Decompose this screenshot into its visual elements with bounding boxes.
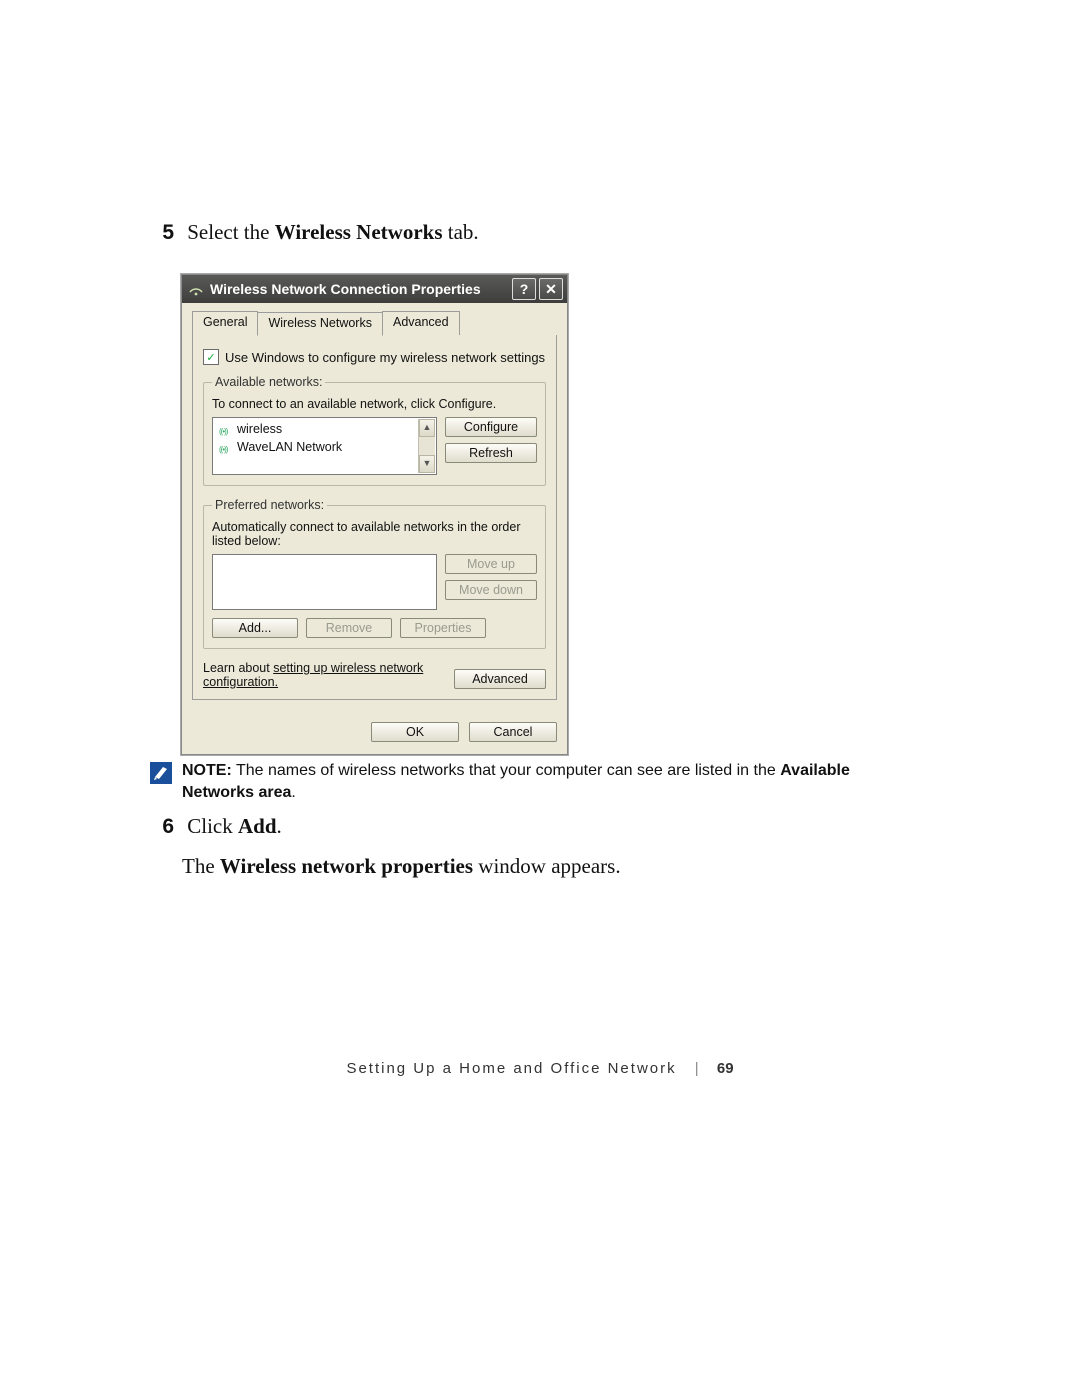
step6-l1-pre: Click <box>187 814 238 838</box>
step-5-pre: Select the <box>187 220 274 244</box>
cancel-button[interactable]: Cancel <box>469 722 557 742</box>
tab-panel: ✓ Use Windows to configure my wireless n… <box>192 335 557 700</box>
footer-section: Setting Up a Home and Office Network <box>346 1060 676 1077</box>
tab-advanced[interactable]: Advanced <box>382 311 460 335</box>
step6-l1-bold: Add <box>238 814 277 838</box>
tab-general[interactable]: General <box>192 311 258 335</box>
scroll-down-icon[interactable]: ▼ <box>419 455 435 473</box>
learn-pre: Learn about <box>203 661 273 675</box>
list-item[interactable]: WaveLAN Network <box>215 438 434 456</box>
step-5-bold: Wireless Networks <box>275 220 443 244</box>
step6-l2-post: window appears. <box>473 854 621 878</box>
list-item-label: WaveLAN Network <box>237 440 342 454</box>
step-6: 6 Click Add. The Wireless network proper… <box>148 810 908 882</box>
available-hint: To connect to an available network, clic… <box>212 397 537 411</box>
configure-button[interactable]: Configure <box>445 417 537 437</box>
page-number: 69 <box>717 1060 734 1077</box>
note-body: The names of wireless networks that your… <box>232 762 780 779</box>
step-5: 5 Select the Wireless Networks tab. <box>148 219 908 246</box>
list-item-label: wireless <box>237 422 282 436</box>
note-tail: . <box>291 784 295 801</box>
step6-l1-post: . <box>277 814 282 838</box>
close-button[interactable]: ✕ <box>539 278 563 300</box>
step-6-number: 6 <box>148 811 174 844</box>
refresh-button[interactable]: Refresh <box>445 443 537 463</box>
note-text: NOTE: The names of wireless networks tha… <box>182 760 870 803</box>
step-5-post: tab. <box>443 220 479 244</box>
help-button[interactable]: ? <box>512 278 536 300</box>
properties-button: Properties <box>400 618 486 638</box>
step-6-line2: The Wireless network properties window a… <box>182 850 908 883</box>
dialog-title: Wireless Network Connection Properties <box>210 281 481 297</box>
scrollbar[interactable]: ▲ ▼ <box>418 419 435 473</box>
step6-l2-bold: Wireless network properties <box>220 854 473 878</box>
dialog-titlebar: Wireless Network Connection Properties ?… <box>182 275 567 303</box>
preferred-networks-group: Preferred networks: Automatically connec… <box>203 498 546 649</box>
use-windows-checkbox-row: ✓ Use Windows to configure my wireless n… <box>203 349 546 365</box>
dialog-footer: OK Cancel <box>182 712 567 754</box>
step-5-text: Select the Wireless Networks tab. <box>187 220 478 244</box>
use-windows-checkbox[interactable]: ✓ <box>203 349 219 365</box>
step-6-line1: Click Add. <box>187 814 282 838</box>
wireless-properties-dialog: Wireless Network Connection Properties ?… <box>181 274 568 755</box>
note-block: NOTE: The names of wireless networks tha… <box>150 760 870 803</box>
tab-wireless-networks[interactable]: Wireless Networks <box>257 312 383 336</box>
move-down-button: Move down <box>445 580 537 600</box>
learn-about-text: Learn about setting up wireless network … <box>203 661 438 689</box>
available-networks-list[interactable]: wireless WaveLAN Network ▲ ▼ <box>212 417 437 475</box>
learn-link[interactable]: setting up wireless network <box>273 661 423 675</box>
step6-l2-pre: The <box>182 854 220 878</box>
note-label: NOTE: <box>182 762 232 779</box>
wireless-icon <box>188 281 204 297</box>
use-windows-label: Use Windows to configure my wireless net… <box>225 350 545 365</box>
preferred-networks-list[interactable] <box>212 554 437 610</box>
available-legend: Available networks: <box>212 375 325 389</box>
step-5-number: 5 <box>148 219 174 246</box>
preferred-hint: Automatically connect to available netwo… <box>212 520 537 548</box>
tab-strip: General Wireless Networks Advanced <box>192 311 557 336</box>
page-footer: Setting Up a Home and Office Network | 6… <box>0 1060 1080 1077</box>
advanced-button[interactable]: Advanced <box>454 669 546 689</box>
remove-button: Remove <box>306 618 392 638</box>
network-icon <box>219 423 231 435</box>
available-networks-group: Available networks: To connect to an ava… <box>203 375 546 486</box>
ok-button[interactable]: OK <box>371 722 459 742</box>
move-up-button: Move up <box>445 554 537 574</box>
note-icon <box>150 762 172 784</box>
footer-divider: | <box>695 1060 699 1077</box>
scroll-up-icon[interactable]: ▲ <box>419 419 435 437</box>
add-button[interactable]: Add... <box>212 618 298 638</box>
learn-link-2[interactable]: configuration. <box>203 675 278 689</box>
network-icon <box>219 441 231 453</box>
preferred-legend: Preferred networks: <box>212 498 327 512</box>
list-item[interactable]: wireless <box>215 420 434 438</box>
